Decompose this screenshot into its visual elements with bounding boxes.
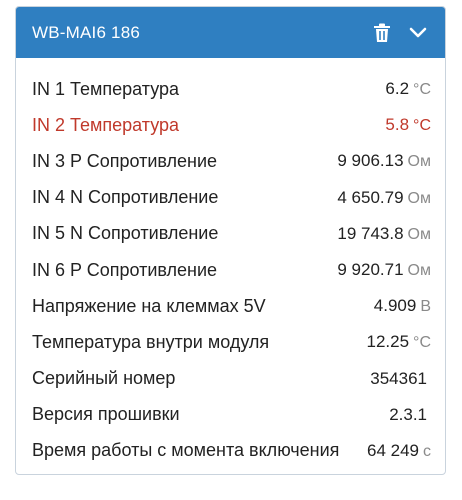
control-row: IN 2 Температура 5.8 °C xyxy=(16,107,445,143)
control-unit: °C xyxy=(413,81,431,99)
control-value: 19 743.8 xyxy=(337,223,404,243)
chevron-down-icon xyxy=(409,27,427,37)
control-unit: Ом xyxy=(407,225,431,243)
control-value-group: 64 249 с xyxy=(367,441,431,461)
control-value-group: 19 743.8 Ом xyxy=(337,224,431,244)
control-label: IN 2 Температура xyxy=(32,114,180,135)
device-card-header[interactable]: WB-MAI6 186 xyxy=(16,7,445,58)
control-row: Напряжение на клеммах 5V 4.909 В xyxy=(16,288,445,324)
control-unit: °C xyxy=(413,334,431,352)
control-row: IN 6 P Сопротивление 9 920.71 Ом xyxy=(16,252,445,288)
control-row: IN 5 N Сопротивление 19 743.8 Ом xyxy=(16,216,445,252)
control-unit: °C xyxy=(413,117,431,135)
control-row: Температура внутри модуля 12.25 °C xyxy=(16,324,445,360)
control-label: Напряжение на клеммах 5V xyxy=(32,295,266,316)
control-value: 5.8 xyxy=(385,115,410,135)
delete-button[interactable] xyxy=(369,20,395,46)
control-value: 9 906.13 xyxy=(337,151,404,171)
control-unit: с xyxy=(423,442,431,460)
control-label: Версия прошивки xyxy=(32,404,180,425)
control-value-group: 4 650.79 Ом xyxy=(337,188,431,208)
control-value: 12.25 xyxy=(366,332,410,352)
control-unit: Ом xyxy=(407,262,431,280)
control-value-group: 2.3.1 xyxy=(389,405,431,425)
control-row: Время работы с момента включения 64 249 … xyxy=(16,433,445,469)
control-value-group: 9 906.13 Ом xyxy=(337,151,431,171)
control-label: IN 3 P Сопротивление xyxy=(32,150,218,171)
control-value: 64 249 xyxy=(367,440,419,460)
control-value-group: 6.2 °C xyxy=(385,79,431,99)
device-card: WB-MAI6 186 IN 1 Температура 6.2 °C IN 2… xyxy=(15,6,446,475)
control-list: IN 1 Температура 6.2 °C IN 2 Температура… xyxy=(16,58,445,469)
control-unit: Ом xyxy=(407,153,431,171)
control-label: IN 4 N Сопротивление xyxy=(32,187,219,208)
control-value: 2.3.1 xyxy=(389,404,427,424)
control-row: Версия прошивки 2.3.1 xyxy=(16,397,445,433)
control-row: IN 3 P Сопротивление 9 906.13 Ом xyxy=(16,143,445,179)
control-unit: Ом xyxy=(407,189,431,207)
control-value-group: 5.8 °C xyxy=(385,115,431,135)
control-row: Серийный номер 354361 xyxy=(16,361,445,397)
control-row: IN 4 N Сопротивление 4 650.79 Ом xyxy=(16,180,445,216)
collapse-button[interactable] xyxy=(405,20,431,46)
control-value: 6.2 xyxy=(385,79,410,99)
control-value: 9 920.71 xyxy=(337,260,404,280)
control-value: 4 650.79 xyxy=(337,187,404,207)
control-value-group: 12.25 °C xyxy=(367,332,432,352)
control-label: Температура внутри модуля xyxy=(32,331,270,352)
control-value-group: 4.909 В xyxy=(374,296,431,316)
control-value-group: 354361 xyxy=(370,369,431,389)
control-label: IN 6 P Сопротивление xyxy=(32,259,218,280)
control-value: 4.909 xyxy=(373,296,417,316)
control-label: IN 5 N Сопротивление xyxy=(32,223,219,244)
control-label: IN 1 Температура xyxy=(32,78,180,99)
control-label: Время работы с момента включения xyxy=(32,440,340,461)
control-value-group: 9 920.71 Ом xyxy=(337,260,431,280)
control-row: IN 1 Температура 6.2 °C xyxy=(16,71,445,107)
device-title: WB-MAI6 186 xyxy=(32,22,141,42)
control-label: Серийный номер xyxy=(32,368,176,389)
trash-icon xyxy=(374,23,390,42)
control-unit: В xyxy=(420,298,431,316)
control-value: 354361 xyxy=(370,368,427,388)
